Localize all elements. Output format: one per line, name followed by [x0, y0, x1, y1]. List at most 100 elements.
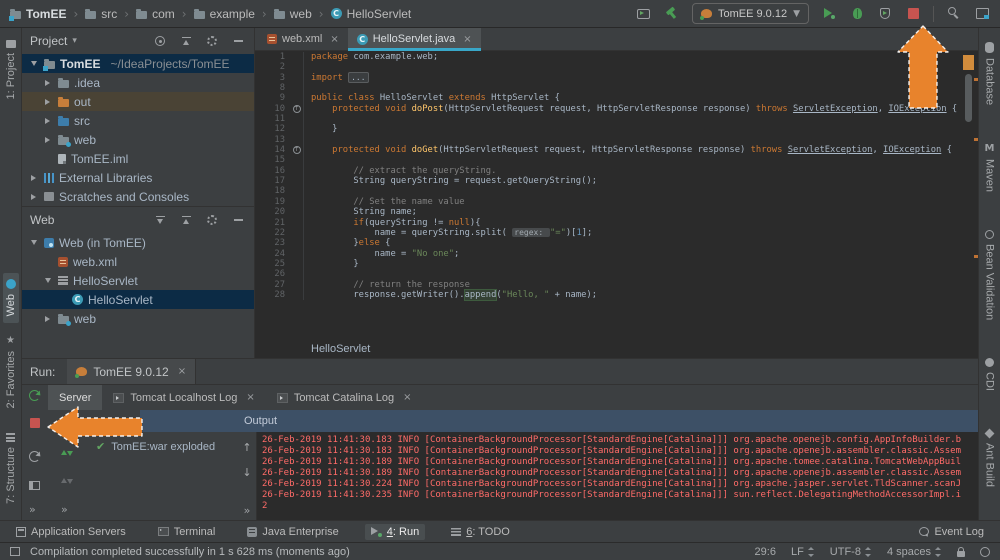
restore-layout-button[interactable]: [974, 6, 990, 22]
toolwindow-tab-cdi[interactable]: CDI: [982, 352, 998, 397]
run-configuration-tab[interactable]: TomEE 9.0.12 ×: [67, 359, 196, 384]
code-text[interactable]: if(queryString != null){: [304, 218, 481, 228]
error-stripe-mark[interactable]: [974, 255, 978, 258]
server-output-log[interactable]: 26-Feb-2019 11:41:30.183 INFO [Container…: [256, 432, 978, 520]
indent-widget[interactable]: 4 spaces: [887, 546, 942, 558]
build-button[interactable]: [664, 6, 680, 22]
toolwindow-tab-bean-validation[interactable]: Bean Validation: [982, 224, 998, 326]
code-text[interactable]: package com.example.web;: [304, 52, 438, 62]
toolwindow-button-java-enterprise[interactable]: Java Enterprise: [241, 524, 344, 540]
tree-item-external-libraries[interactable]: External Libraries: [22, 168, 254, 187]
collapse-arrow-icon[interactable]: [28, 240, 39, 245]
override-method-icon[interactable]: ↑: [293, 105, 301, 113]
run-tab-server[interactable]: Server: [48, 385, 102, 410]
editor-breadcrumb[interactable]: HelloServlet: [255, 340, 978, 358]
log-line[interactable]: 26-Feb-2019 11:41:30.189 INFO [Container…: [262, 468, 978, 479]
tree-item-web[interactable]: web: [22, 309, 254, 328]
toolwindow-tab-2-favorites[interactable]: ★2: Favorites: [3, 329, 19, 414]
debug-button[interactable]: [849, 6, 865, 22]
layout-icon[interactable]: [29, 481, 40, 490]
toolwindow-button-event-log[interactable]: Event Log: [913, 524, 990, 540]
code-text[interactable]: String queryString = request.getQueryStr…: [304, 176, 597, 186]
caret-position-widget[interactable]: 29:6: [755, 546, 776, 558]
code-text[interactable]: }: [304, 124, 337, 134]
tree-item-web-xml[interactable]: web.xml: [22, 252, 254, 271]
expand-arrow-icon[interactable]: [42, 99, 53, 105]
collapse-all-button[interactable]: [178, 33, 194, 49]
breadcrumb-item-example[interactable]: example: [194, 7, 255, 21]
line-separator-widget[interactable]: LF: [791, 546, 815, 558]
log-line[interactable]: 26-Feb-2019 11:41:30.224 INFO [Container…: [262, 479, 978, 490]
run-tab-tomcat-catalina-log[interactable]: Tomcat Catalina Log×: [266, 385, 423, 410]
lock-icon[interactable]: [957, 551, 965, 557]
inspection-profile-icon[interactable]: [980, 547, 990, 557]
collapse-arrow-icon[interactable]: [28, 61, 39, 66]
run-configuration-select[interactable]: TomEE 9.0.12 ▼: [692, 3, 809, 24]
expand-arrow-icon[interactable]: [28, 194, 39, 200]
arrow-up-icon[interactable]: ↑: [242, 441, 251, 454]
more-actions-chevron[interactable]: »: [244, 504, 251, 517]
more-actions-chevron[interactable]: »: [29, 503, 36, 516]
code-editor[interactable]: 1package com.example.web;23import ...89p…: [255, 50, 978, 342]
toolwindow-switcher-icon[interactable]: [10, 547, 20, 556]
tree-item-tomee[interactable]: TomEE~/IdeaProjects/TomEE: [22, 54, 254, 73]
toolwindow-tab-ant-build[interactable]: Ant Build: [982, 423, 998, 493]
log-line[interactable]: 26-Feb-2019 11:41:30.235 INFO [Container…: [262, 490, 978, 501]
expand-arrow-icon[interactable]: [42, 316, 53, 322]
toolwindow-button-4-run[interactable]: 4: Run: [365, 524, 425, 540]
expand-arrow-icon[interactable]: [42, 80, 53, 86]
log-line[interactable]: 26-Feb-2019 11:41:30.183 INFO [Container…: [262, 446, 978, 457]
encoding-widget[interactable]: UTF-8: [830, 546, 872, 558]
breadcrumb-item-src[interactable]: src: [85, 7, 117, 21]
editor-tab-web-xml[interactable]: web.xml×: [258, 28, 348, 50]
arrow-down-icon[interactable]: ↓: [242, 466, 251, 479]
log-line[interactable]: 26-Feb-2019 11:41:30.189 INFO [Container…: [262, 457, 978, 468]
close-icon[interactable]: ×: [403, 392, 411, 403]
locate-button[interactable]: [152, 33, 168, 49]
close-icon[interactable]: ×: [178, 366, 186, 377]
settings-button[interactable]: [204, 212, 220, 228]
expand-arrow-icon[interactable]: [42, 137, 53, 143]
toolwindow-button-application-servers[interactable]: Application Servers: [10, 524, 132, 540]
toolwindow-tab-maven[interactable]: MMaven: [982, 137, 998, 198]
hide-button[interactable]: [230, 33, 246, 49]
refresh-icon[interactable]: [29, 451, 40, 462]
breadcrumb-item-com[interactable]: com: [136, 7, 175, 21]
toolwindow-button-terminal[interactable]: Terminal: [152, 524, 222, 540]
close-icon[interactable]: ×: [463, 34, 471, 45]
editor-scrollbar[interactable]: [962, 50, 975, 340]
log-line[interactable]: 26-Feb-2019 11:41:30.183 INFO [Container…: [262, 435, 978, 446]
code-text[interactable]: name = queryString.split( regex: "=")[1]…: [304, 228, 592, 238]
error-stripe-mark[interactable]: [974, 78, 978, 81]
project-panel-title[interactable]: Project ▾: [30, 34, 77, 48]
tree-item-idea[interactable]: .idea: [22, 73, 254, 92]
run-tool-window-button[interactable]: [636, 6, 652, 22]
code-text[interactable]: public class HelloServlet extends HttpSe…: [304, 93, 560, 103]
expand-arrow-icon[interactable]: [42, 118, 53, 124]
code-text[interactable]: protected void doGet(HttpServletRequest …: [304, 145, 952, 155]
tree-item-helloservlet[interactable]: HelloServlet: [22, 271, 254, 290]
scrollbar-thumb[interactable]: [965, 74, 972, 122]
tree-item-web-in-tomee[interactable]: Web (in TomEE): [22, 233, 254, 252]
breadcrumb-item-helloservlet[interactable]: HelloServlet: [331, 7, 412, 21]
code-text[interactable]: protected void doPost(HttpServletRequest…: [304, 104, 957, 114]
more-actions-chevron[interactable]: »: [61, 503, 68, 516]
tree-item-tomee-iml[interactable]: TomEE.iml: [22, 149, 254, 168]
toolwindow-button-6-todo[interactable]: 6: TODO: [445, 524, 516, 540]
code-text[interactable]: // Set the name value: [304, 197, 465, 207]
tree-item-src[interactable]: src: [22, 111, 254, 130]
deploy-icon[interactable]: [61, 449, 73, 459]
toolwindow-tab-1-project[interactable]: 1: Project: [3, 34, 19, 105]
breadcrumb-item-tomee[interactable]: TomEE: [10, 7, 66, 21]
code-text[interactable]: String name;: [304, 207, 417, 217]
hide-button[interactable]: [230, 212, 246, 228]
code-text[interactable]: // extract the queryString.: [304, 166, 496, 176]
code-text[interactable]: name = "No one";: [304, 249, 459, 259]
settings-button[interactable]: [204, 33, 220, 49]
collapse-arrow-icon[interactable]: [42, 278, 53, 283]
toolwindow-tab-7-structure[interactable]: 7: Structure: [3, 427, 19, 510]
tree-item-web[interactable]: web: [22, 130, 254, 149]
collapse-all-button[interactable]: [178, 212, 194, 228]
code-text[interactable]: import ...: [304, 73, 369, 83]
coverage-button[interactable]: [877, 6, 893, 22]
